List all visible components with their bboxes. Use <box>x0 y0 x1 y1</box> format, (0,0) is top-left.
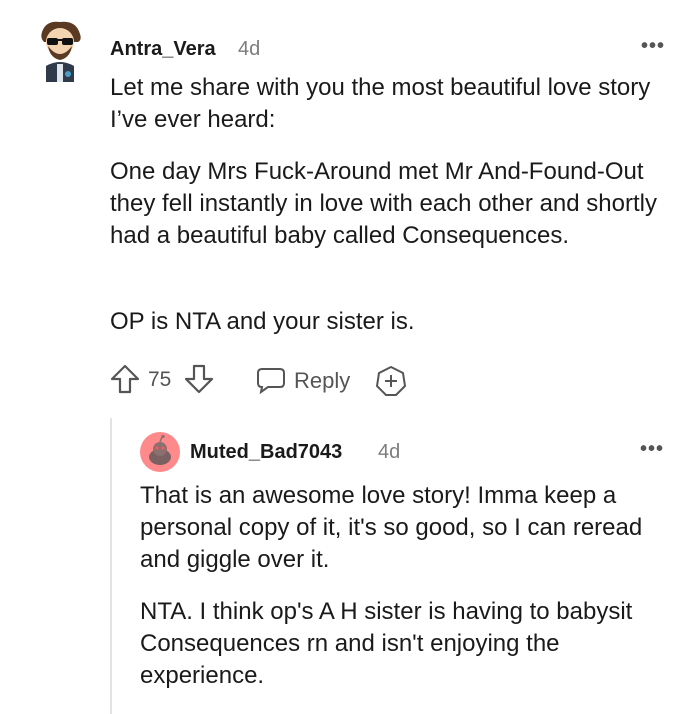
reply-paragraph: NTA. I think op's A H sister is having t… <box>140 598 633 689</box>
comment-age: 4d <box>238 38 261 60</box>
comment-paragraph: OP is NTA and your sister is. <box>110 308 415 335</box>
speech-bubble-icon <box>257 368 285 394</box>
thread-line[interactable] <box>110 418 112 714</box>
comment-actions: 75 Reply <box>108 362 428 398</box>
comment-paragraph: Let me share with you the most beautiful… <box>110 74 651 133</box>
reply-age: 4d <box>378 441 401 463</box>
reply-avatar[interactable] <box>140 432 180 472</box>
reply-author[interactable]: Muted_Bad7043 <box>190 441 342 464</box>
arrow-up-icon[interactable] <box>108 362 142 396</box>
vote-count: 75 <box>148 368 172 391</box>
award-plus-icon[interactable] <box>374 364 408 398</box>
comment-author[interactable]: Antra_Vera <box>110 38 216 61</box>
reply-button[interactable]: Reply <box>256 364 356 396</box>
arrow-down-icon[interactable] <box>182 362 216 396</box>
reply-paragraph: That is an awesome love story! Imma keep… <box>140 482 643 573</box>
more-dots-icon[interactable]: ••• <box>640 438 664 461</box>
user-avatar[interactable] <box>36 18 84 82</box>
comment-paragraph: One day Mrs Fuck-Around met Mr And-Found… <box>110 158 657 249</box>
more-dots-icon[interactable]: ••• <box>641 35 665 58</box>
reply-label: Reply <box>294 368 351 393</box>
